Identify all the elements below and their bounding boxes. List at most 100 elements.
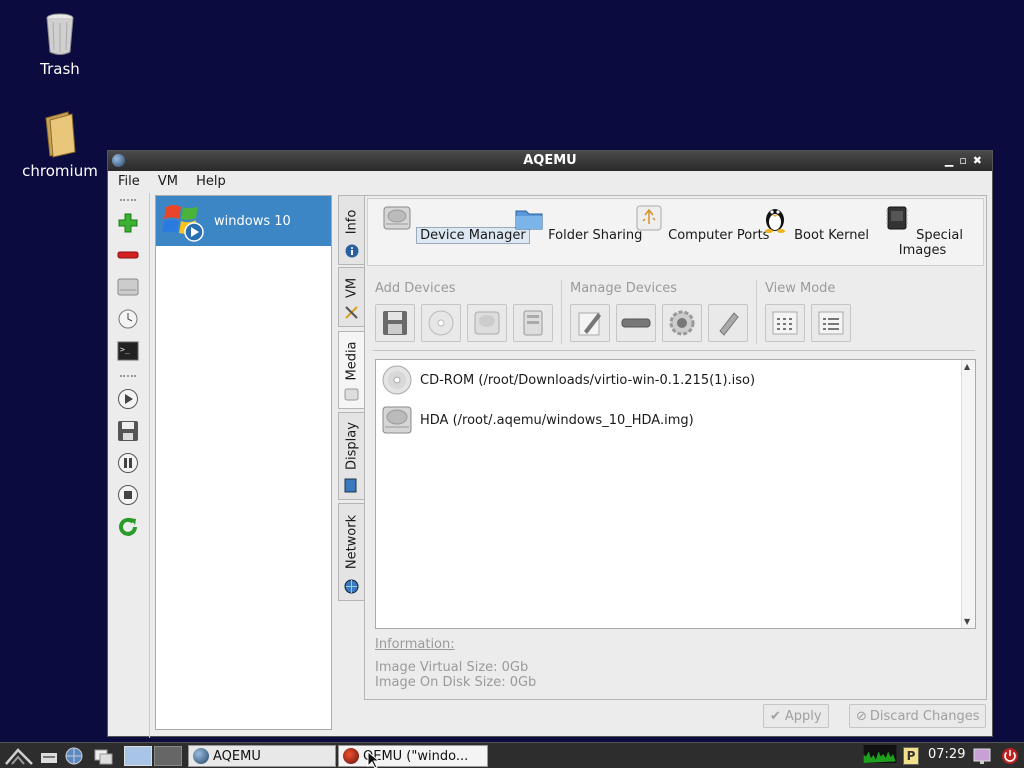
computer-ports-button[interactable]: Computer Ports (634, 203, 769, 243)
section-selector: Device Manager Folder Sharing Computer P… (367, 198, 984, 266)
floppy-icon (383, 311, 407, 335)
user-session-icon[interactable] (972, 747, 992, 765)
tux-penguin-icon (765, 209, 785, 233)
add-storage-button[interactable] (513, 304, 553, 342)
harddisk-icon (117, 278, 139, 296)
close-icon[interactable]: ✖ (973, 154, 988, 167)
pause-vm-button[interactable] (116, 451, 140, 475)
save-vm-button[interactable] (116, 419, 140, 443)
task-qemu[interactable]: QEMU ("windo... (338, 745, 488, 767)
add-floppy-button[interactable] (375, 304, 415, 342)
schedule-button[interactable] (116, 307, 140, 331)
scroll-down-icon[interactable]: ▼ (964, 617, 970, 626)
view-list-button[interactable] (811, 304, 851, 342)
workspace-2[interactable] (154, 746, 182, 766)
pause-icon (118, 453, 138, 473)
menu-file[interactable]: File (118, 174, 140, 189)
special-images-button[interactable]: Special Images (862, 203, 983, 258)
tab-info[interactable]: Info (338, 195, 364, 265)
browser-globe-icon[interactable] (64, 747, 84, 765)
image-virtual-size: Image Virtual Size: 0Gb (375, 660, 529, 675)
group-separator (561, 280, 562, 344)
device-row[interactable]: HDA (/root/.aqemu/windows_10_HDA.img) (382, 404, 694, 436)
vm-list-item[interactable]: windows 10 (156, 196, 331, 246)
menu-help[interactable]: Help (196, 174, 226, 189)
folder-icon (515, 210, 543, 230)
image-disk-size: Image On Disk Size: 0Gb (375, 675, 537, 690)
windows-logo-icon (162, 199, 206, 243)
tab-label: Media (344, 341, 359, 381)
harddisk-icon (474, 311, 500, 335)
device-list-scrollbar[interactable]: ▲ ▼ (961, 360, 975, 628)
desktop-icon-chromium[interactable]: chromium (15, 110, 105, 180)
tab-label: VM (344, 278, 359, 299)
vm-disk-button[interactable] (116, 275, 140, 299)
storage-device-icon (523, 310, 543, 336)
task-aqemu[interactable]: AQEMU (188, 745, 336, 767)
stop-icon (118, 485, 138, 505)
boot-kernel-button[interactable]: Boot Kernel (760, 203, 869, 243)
toolbar-grip (120, 199, 136, 203)
device-manager-button[interactable]: Device Manager (382, 203, 530, 244)
device-label: CD-ROM (/root/Downloads/virtio-win-0.1.2… (420, 372, 756, 388)
device-row[interactable]: CD-ROM (/root/Downloads/virtio-win-0.1.2… (382, 364, 755, 396)
folder-sharing-button[interactable]: Folder Sharing (514, 203, 642, 243)
clock[interactable]: 07:29 (928, 747, 965, 762)
view-mode-label: View Mode (765, 281, 836, 296)
tab-display[interactable]: Display (338, 412, 364, 500)
start-vm-button[interactable] (116, 387, 140, 411)
divider (373, 350, 975, 351)
aqemu-app-icon (193, 748, 209, 764)
refresh-icon (119, 517, 137, 536)
device-list: CD-ROM (/root/Downloads/virtio-win-0.1.2… (375, 359, 976, 629)
tab-network[interactable]: Network (338, 503, 364, 601)
add-cdrom-button[interactable] (421, 304, 461, 342)
window-titlebar[interactable]: AQEMU ▁▫✖ (108, 151, 992, 171)
eraser-icon (719, 312, 739, 336)
plus-icon (118, 213, 138, 233)
stop-vm-button[interactable] (116, 483, 140, 507)
power-icon[interactable] (1000, 747, 1020, 765)
file-manager-icon[interactable] (40, 747, 58, 765)
vm-name: windows 10 (214, 213, 291, 229)
edit-device-button[interactable] (570, 304, 610, 342)
scroll-up-icon[interactable]: ▲ (964, 362, 970, 371)
chip-icon (886, 206, 908, 230)
windows-switcher-icon[interactable] (94, 747, 114, 765)
desktop-icon-trash[interactable]: Trash (15, 12, 105, 78)
desktop-icon-label: Trash (40, 60, 80, 78)
clipboard-icon[interactable]: P (903, 747, 919, 765)
cpu-monitor-icon (863, 745, 897, 763)
edit-pencil-icon (578, 312, 601, 336)
tab-label: Info (344, 209, 359, 235)
play-icon (118, 389, 138, 409)
reset-vm-button[interactable] (116, 515, 140, 539)
manage-devices-label: Manage Devices (570, 281, 678, 296)
harddisk-icon (382, 406, 412, 434)
tools-icon (345, 306, 358, 319)
disc-icon (344, 388, 359, 401)
remove-device-button[interactable] (616, 304, 656, 342)
add-devices-label: Add Devices (375, 281, 456, 296)
device-properties-button[interactable] (662, 304, 702, 342)
list-view-icon (818, 311, 844, 335)
console-button[interactable]: >_ (116, 339, 140, 363)
maximize-icon[interactable]: ▫ (959, 154, 972, 167)
network-globe-icon (344, 579, 359, 594)
view-icons-button[interactable] (765, 304, 805, 342)
taskbar: AQEMU QEMU ("windo... P 07:29 (0, 742, 1024, 768)
discard-changes-button[interactable]: ⊘ Discard Changes (849, 704, 987, 728)
apply-button[interactable]: ✔ Apply (763, 704, 829, 728)
menu-vm[interactable]: VM (158, 174, 178, 189)
workspace-1[interactable] (124, 746, 152, 766)
delete-vm-button[interactable] (116, 243, 140, 267)
minimize-icon[interactable]: ▁ (945, 154, 959, 167)
svg-text:>_: >_ (120, 345, 130, 354)
add-vm-button[interactable] (116, 211, 140, 235)
start-menu-icon[interactable] (4, 747, 34, 765)
add-harddisk-button[interactable] (467, 304, 507, 342)
clear-device-button[interactable] (708, 304, 748, 342)
tab-media[interactable]: Media (338, 331, 364, 409)
tab-vm[interactable]: VM (338, 267, 364, 327)
minus-icon (117, 251, 139, 259)
